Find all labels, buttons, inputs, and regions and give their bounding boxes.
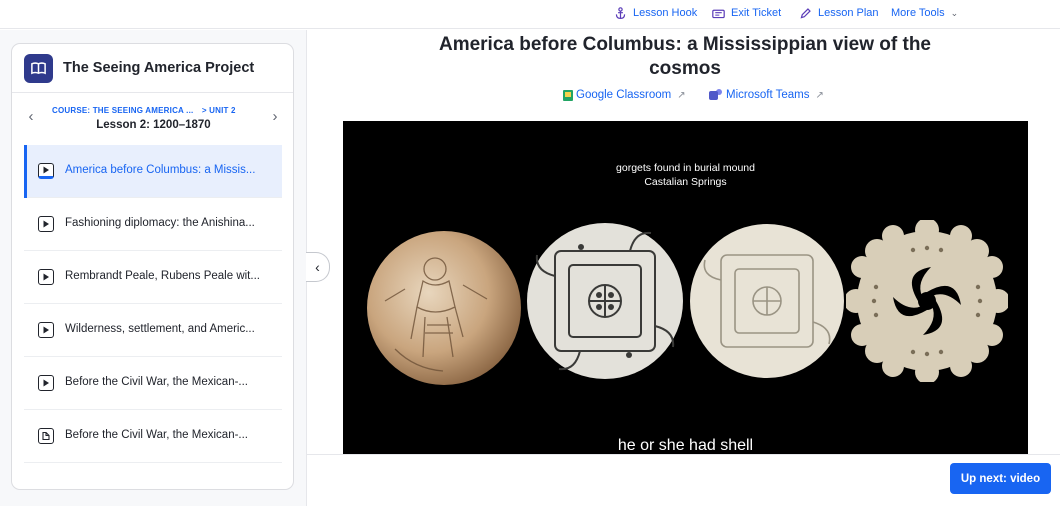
sidebar-header: The Seeing America Project (12, 44, 293, 93)
list-item-label: America before Columbus: a Missis... (65, 164, 256, 176)
google-classroom-icon (563, 89, 573, 101)
engraved-gorget-image (367, 231, 521, 385)
list-item[interactable]: Before the Civil War, the Mexican-... (24, 357, 282, 410)
video-caption: gorgets found in burial mound Castalian … (343, 161, 1028, 189)
video-caption-line: Castalian Springs (644, 176, 727, 188)
list-item[interactable]: Before the Civil War, the Mexican-... (24, 410, 282, 463)
article-icon (38, 428, 54, 444)
page-title: America before Columbus: a Mississippian… (438, 34, 931, 79)
chevron-down-icon: ⌄ (950, 7, 959, 18)
anchor-icon (614, 6, 627, 20)
faded-gorget-image (690, 224, 844, 378)
video-caption-line: gorgets found in burial mound (616, 162, 755, 174)
more-tools-label: More Tools (891, 7, 945, 19)
list-item-label: Fashioning diplomacy: the Anishina... (65, 217, 255, 229)
list-item-label: Before the Civil War, the Mexican-... (65, 376, 249, 388)
bottom-bar: Up next: video (307, 454, 1060, 506)
list-item-label: Wilderness, settlement, and Americ... (65, 323, 255, 335)
collapse-sidebar-button[interactable]: ‹ (306, 252, 330, 282)
microsoft-teams-label: Microsoft Teams (726, 89, 810, 101)
cross-gorget-image (527, 223, 683, 379)
list-item[interactable]: Wilderness, settlement, and Americ... (24, 304, 282, 357)
video-icon (38, 322, 54, 338)
next-lesson-button[interactable]: › (268, 108, 282, 126)
pencil-icon (799, 7, 812, 20)
external-link-icon: ↗ (677, 89, 686, 101)
lesson-name: Lesson 2: 1200–1870 (96, 119, 211, 131)
video-icon (38, 375, 54, 391)
exit-ticket-label: Exit Ticket (731, 7, 782, 19)
list-item[interactable]: Rembrandt Peale, Rubens Peale wit... (24, 251, 282, 304)
book-icon (24, 54, 53, 83)
external-link-icon: ↗ (815, 89, 824, 101)
lesson-plan-button[interactable]: Lesson Plan (799, 5, 879, 21)
google-classroom-label: Google Classroom (576, 89, 672, 101)
ticket-icon (712, 7, 725, 20)
video-subtitle: he or she had shell (617, 437, 754, 454)
lesson-plan-label: Lesson Plan (818, 7, 879, 19)
video-player[interactable]: gorgets found in burial mound Castalian … (343, 121, 1028, 454)
breadcrumb-separator: > (201, 106, 207, 115)
lesson-hook-button[interactable]: Lesson Hook (614, 5, 697, 21)
video-icon (38, 163, 54, 179)
breadcrumb: COURSE: THE SEEING AMERICA ... > UNIT 2 (52, 106, 262, 115)
more-tools-dropdown[interactable]: More Tools ⌄ (891, 5, 958, 21)
video-icon (38, 269, 54, 285)
lesson-item-list: America before Columbus: a Missis... Fas… (24, 145, 282, 463)
lesson-sidebar: The Seeing America Project ‹ COURSE: THE… (11, 43, 294, 490)
list-item-label: Before the Civil War, the Mexican-... (65, 429, 249, 441)
lesson-hook-label: Lesson Hook (633, 7, 698, 19)
chevron-left-icon: ‹ (315, 259, 320, 275)
google-classroom-link[interactable]: Google Classroom ↗ (563, 88, 686, 102)
breadcrumb-unit[interactable]: UNIT 2 (209, 106, 236, 115)
lesson-navigator: ‹ COURSE: THE SEEING AMERICA ... > UNIT … (12, 94, 293, 144)
list-item-label: Rembrandt Peale, Rubens Peale wit... (65, 270, 260, 282)
video-icon (38, 216, 54, 232)
exit-ticket-button[interactable]: Exit Ticket (712, 5, 781, 21)
up-next-button[interactable]: Up next: video (950, 463, 1051, 494)
spiral-gorget-image (846, 220, 1008, 382)
microsoft-teams-link[interactable]: Microsoft Teams ↗ (709, 88, 824, 102)
list-item[interactable]: Fashioning diplomacy: the Anishina... (24, 198, 282, 251)
breadcrumb-course[interactable]: COURSE: THE SEEING AMERICA ... (52, 106, 193, 115)
microsoft-teams-icon (709, 89, 723, 101)
list-item[interactable]: America before Columbus: a Missis... (24, 145, 282, 198)
course-title[interactable]: The Seeing America Project (63, 60, 254, 76)
top-toolbar: Lesson Hook Exit Ticket Lesson Plan More… (0, 0, 1060, 29)
